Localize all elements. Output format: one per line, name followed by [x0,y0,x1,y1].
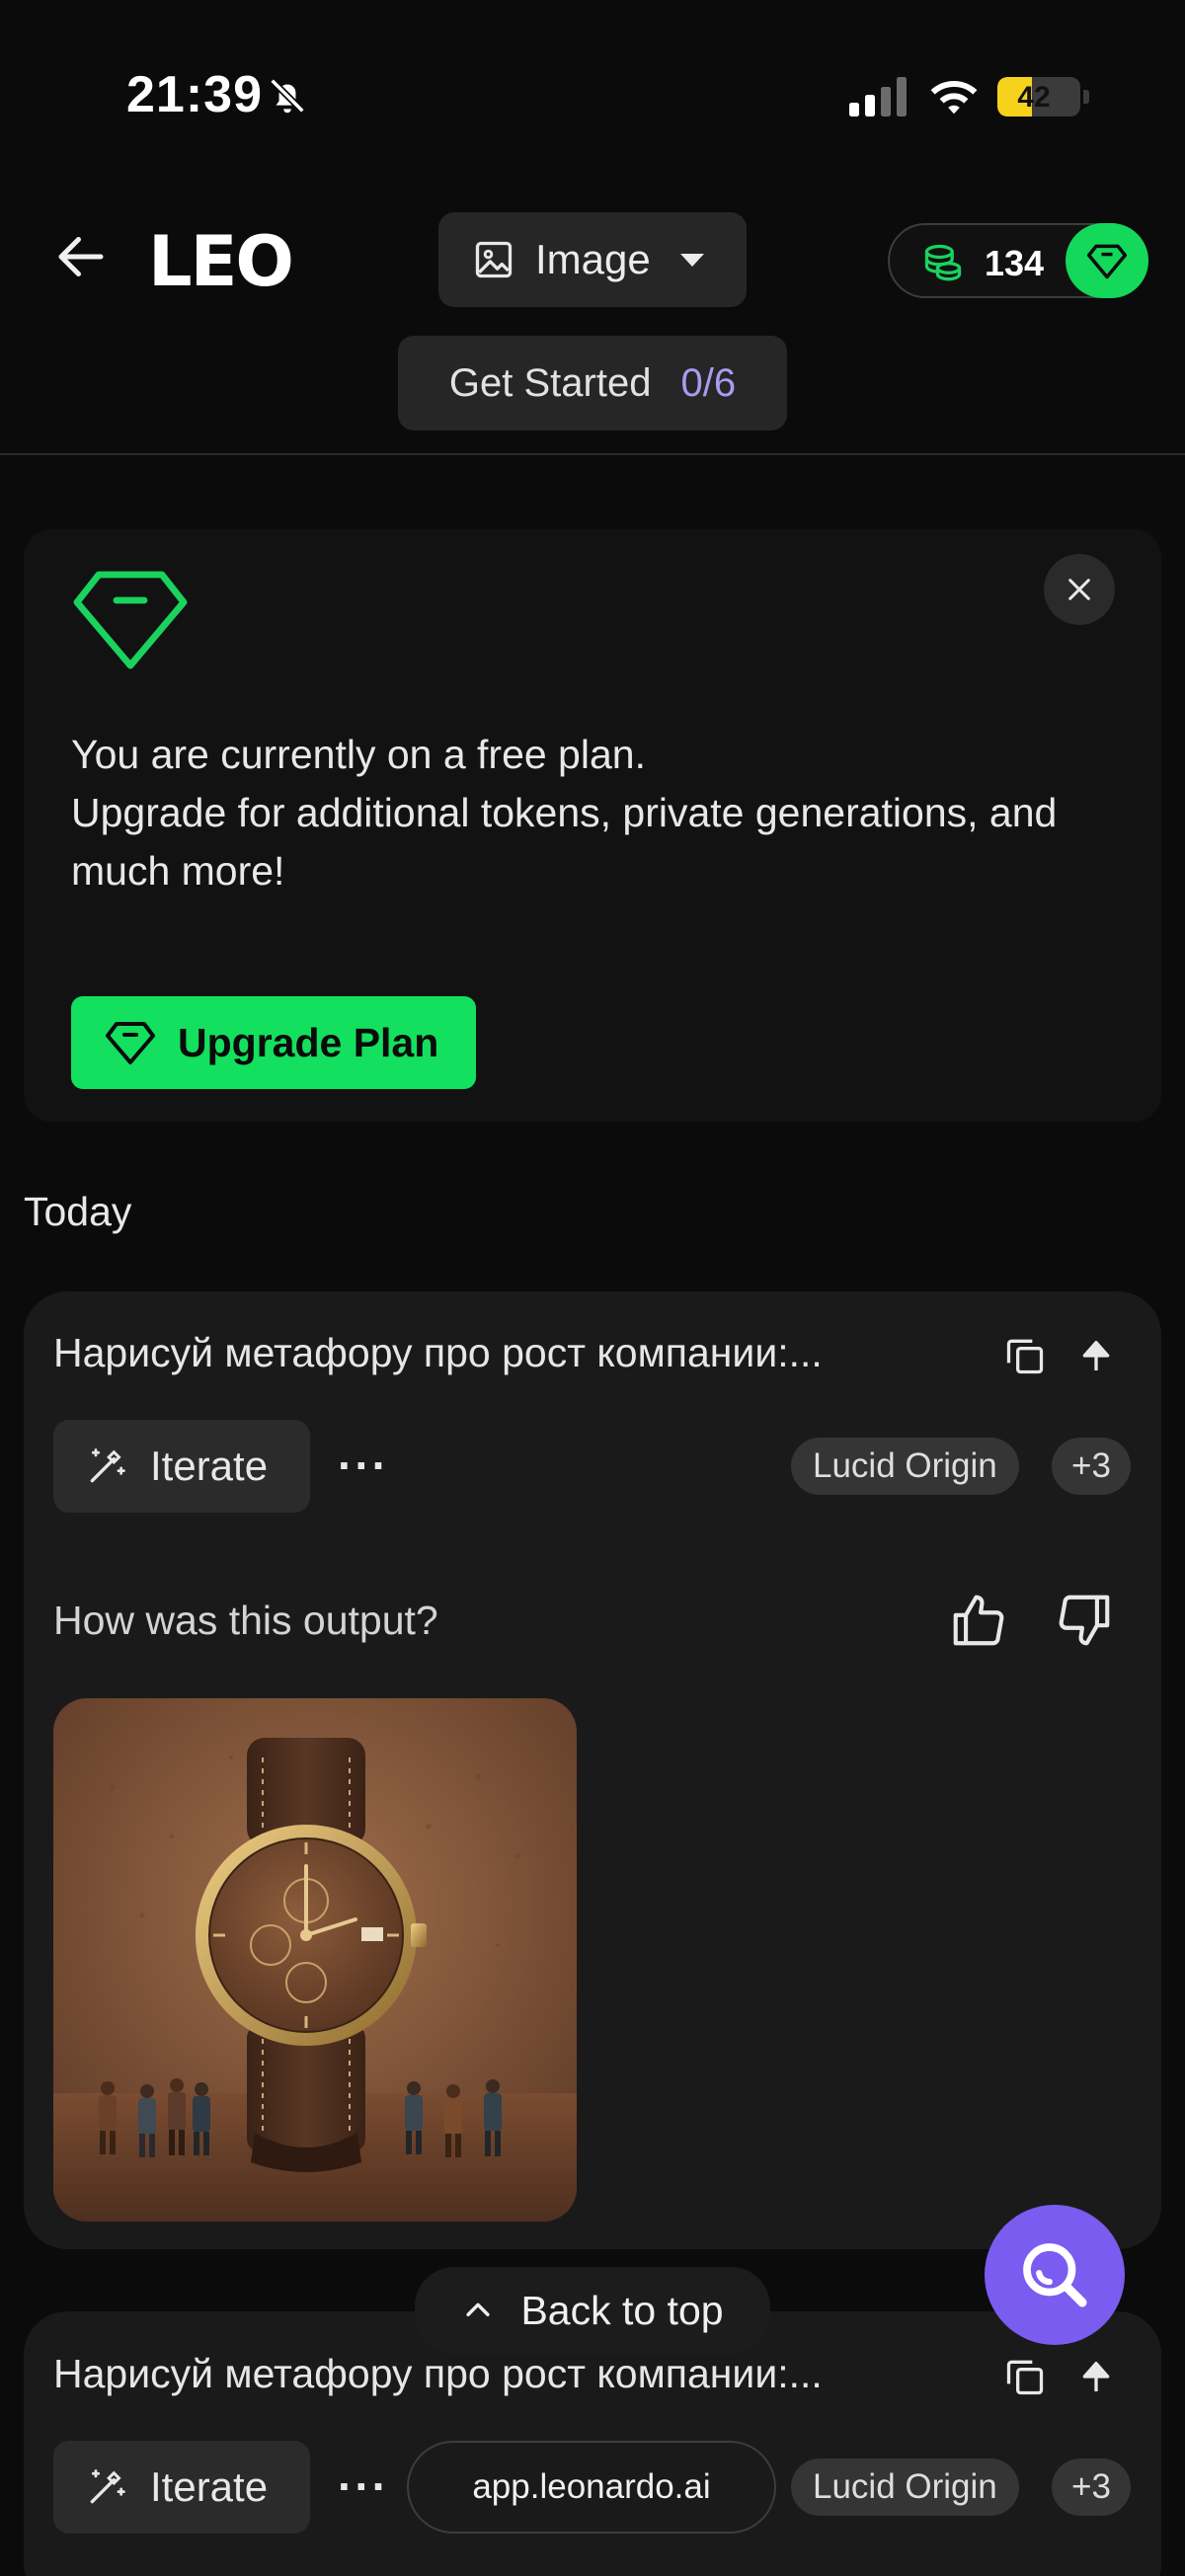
diamond-icon [106,1022,155,1064]
back-to-top-button[interactable]: Back to top [415,2267,770,2354]
battery-cap [1083,90,1089,104]
more-options-button[interactable]: ··· [338,2459,389,2513]
coins-icon [924,244,962,281]
extra-models-tag[interactable]: +3 [1052,2459,1131,2516]
get-started-label: Get Started [448,360,652,405]
get-started-progress: 0/6 [680,360,737,405]
feedback-question: How was this output? [53,1598,438,1643]
bell-off-icon [270,78,305,114]
back-arrow-icon[interactable] [51,227,111,286]
arrow-up-icon[interactable] [1076,2355,1116,2398]
search-fab[interactable] [985,2205,1125,2345]
leo-logo[interactable]: LEO [148,221,294,302]
iterate-label: Iterate [150,1443,269,1489]
copy-icon[interactable] [1003,1334,1047,1377]
diamond-icon [73,571,188,669]
status-bar: 21:39 42 [0,0,1185,188]
generation-prompt[interactable]: Нарисуй метафору про рост компании:... [53,1330,823,1376]
iterate-label: Iterate [150,2463,269,2510]
back-to-top-label: Back to top [520,2287,724,2333]
plan-message-line1: You are currently on a free plan. [71,732,646,777]
generation-prompt[interactable]: Нарисуй метафору про рост компании:... [53,2351,823,2397]
model-tag[interactable]: Lucid Origin [791,1438,1019,1495]
watch-illustration [53,1698,577,2222]
iterate-button[interactable]: Iterate [53,2441,310,2534]
thumbs-up-icon[interactable] [948,1590,1009,1651]
close-icon [1068,579,1090,600]
iterate-button[interactable]: Iterate [53,1420,310,1513]
more-options-button[interactable]: ··· [338,1439,389,1492]
battery-level: 42 [1017,81,1051,114]
upgrade-plan-label: Upgrade Plan [178,1019,439,1065]
model-tag[interactable]: Lucid Origin [791,2459,1019,2516]
premium-button[interactable] [1066,223,1148,298]
magic-wand-icon [90,1448,125,1483]
header-divider [0,453,1185,455]
tokens-count: 134 [985,243,1045,283]
magic-wand-icon [90,2469,125,2504]
mode-dropdown[interactable]: Image [438,212,747,307]
wifi-icon [930,81,978,115]
caret-down-icon [679,253,704,267]
upgrade-plan-button[interactable]: Upgrade Plan [71,996,476,1089]
plan-message: You are currently on a free plan. Upgrad… [71,726,1138,900]
status-time: 21:39 [126,66,263,123]
tokens-balance[interactable]: 134 [888,223,1148,298]
diamond-icon [1086,244,1128,279]
generated-image[interactable] [53,1698,577,2222]
image-icon [475,241,513,278]
chevron-up-icon [466,2303,491,2316]
search-icon [1023,2243,1087,2307]
arrow-up-icon[interactable] [1076,1334,1116,1377]
mode-label: Image [535,236,651,282]
extra-models-tag[interactable]: +3 [1052,1438,1131,1495]
close-upgrade-button[interactable] [1044,554,1115,625]
signal-icon [849,77,907,117]
get-started-button[interactable]: Get Started 0/6 [398,336,787,430]
battery-icon: 42 [997,77,1080,117]
copy-icon[interactable] [1003,2355,1047,2398]
url-pill[interactable]: app.leonardo.ai [407,2441,776,2534]
section-heading: Today [24,1189,132,1234]
plan-message-line2: Upgrade for additional tokens, private g… [71,790,1058,894]
thumbs-down-icon[interactable] [1054,1590,1115,1651]
